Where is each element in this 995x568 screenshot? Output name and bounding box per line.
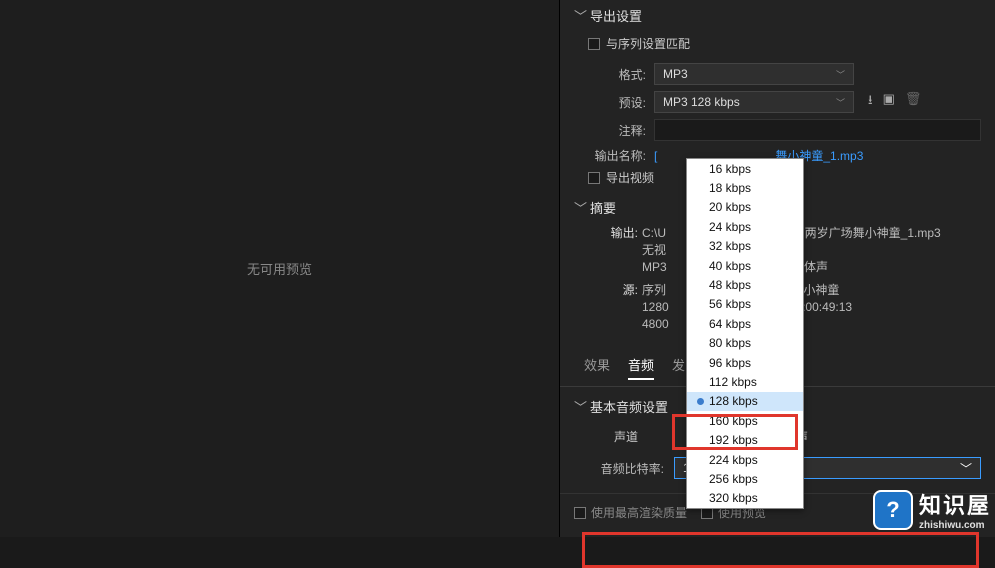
bitrate-option[interactable]: 24 kbps (687, 217, 803, 236)
bitrate-option[interactable]: 80 kbps (687, 334, 803, 353)
caret-down-icon: ﹀ (574, 397, 584, 416)
no-preview-text: 无可用预览 (247, 259, 312, 278)
export-video-label: 导出视频 (606, 169, 654, 186)
output-name-label: 输出名称: (588, 147, 646, 164)
checkbox-icon (574, 507, 586, 519)
audio-settings-title: 基本音频设置 (590, 397, 668, 416)
bitrate-option[interactable]: 18 kbps (687, 178, 803, 197)
chevron-down-icon: ﹀ (960, 460, 972, 477)
bitrate-option[interactable]: 32 kbps (687, 237, 803, 256)
preset-select[interactable]: MP3 128 kbps ﹀ (654, 91, 854, 113)
export-settings-title: 导出设置 (590, 6, 642, 25)
bitrate-option[interactable]: 112 kbps (687, 372, 803, 391)
bitrate-option[interactable]: 56 kbps (687, 295, 803, 314)
match-sequence-label: 与序列设置匹配 (606, 35, 690, 52)
bitrate-option[interactable]: 224 kbps (687, 450, 803, 469)
format-select[interactable]: MP3 ﹀ (654, 63, 854, 85)
caret-down-icon: ﹀ (574, 198, 584, 217)
bitrate-option[interactable]: 96 kbps (687, 353, 803, 372)
delete-preset-icon[interactable]: 🗑 (905, 91, 922, 113)
bitrate-option[interactable]: 320 kbps (687, 489, 803, 508)
watermark-icon: ? (873, 490, 913, 530)
bitrate-option[interactable]: 40 kbps (687, 256, 803, 275)
bitrate-option[interactable]: 256 kbps (687, 469, 803, 488)
tab-effects[interactable]: 效果 (584, 355, 610, 380)
bitrate-label: 音频比特率: (594, 460, 664, 477)
match-sequence-checkbox[interactable]: 与序列设置匹配 (574, 33, 981, 60)
chevron-down-icon: ﹀ (836, 68, 845, 81)
preset-label: 预设: (588, 94, 646, 111)
bitrate-option[interactable]: 128 kbps (687, 392, 803, 411)
tab-audio[interactable]: 音频 (628, 355, 654, 380)
highlight-box (582, 532, 979, 568)
format-label: 格式: (588, 66, 646, 83)
format-value: MP3 (663, 67, 688, 81)
bitrate-option[interactable]: 20 kbps (687, 198, 803, 217)
watermark-title: 知识屋 (919, 488, 991, 520)
bitrate-option[interactable]: 160 kbps (687, 411, 803, 430)
watermark-url: zhishiwu.com (919, 520, 991, 531)
caret-down-icon: ﹀ (574, 6, 584, 25)
channel-label: 声道 (614, 428, 638, 445)
comment-input[interactable] (654, 119, 981, 141)
tab-publish[interactable]: 发 (672, 355, 685, 380)
checkbox-icon (588, 172, 600, 184)
bitrate-option[interactable]: 192 kbps (687, 430, 803, 449)
bitrate-dropdown[interactable]: 16 kbps18 kbps20 kbps24 kbps32 kbps40 kb… (686, 158, 804, 509)
checkbox-icon (588, 38, 600, 50)
export-settings-header[interactable]: ﹀ 导出设置 (574, 6, 981, 25)
import-preset-icon[interactable]: ▣ (883, 91, 895, 113)
bitrate-option[interactable]: 64 kbps (687, 314, 803, 333)
bracket-icon: [ (654, 149, 657, 163)
bitrate-option[interactable]: 48 kbps (687, 275, 803, 294)
max-quality-checkbox[interactable]: 使用最高渲染质量 (574, 504, 687, 521)
save-preset-icon[interactable]: ⭳ (868, 91, 873, 113)
summary-title: 摘要 (590, 198, 616, 217)
watermark: ? 知识屋 zhishiwu.com (873, 488, 991, 531)
comment-label: 注释: (588, 122, 646, 139)
preview-panel: 无可用预览 (0, 0, 560, 537)
chevron-down-icon: ﹀ (836, 96, 845, 109)
preset-value: MP3 128 kbps (663, 95, 740, 109)
max-quality-label: 使用最高渲染质量 (591, 504, 687, 521)
bitrate-option[interactable]: 16 kbps (687, 159, 803, 178)
